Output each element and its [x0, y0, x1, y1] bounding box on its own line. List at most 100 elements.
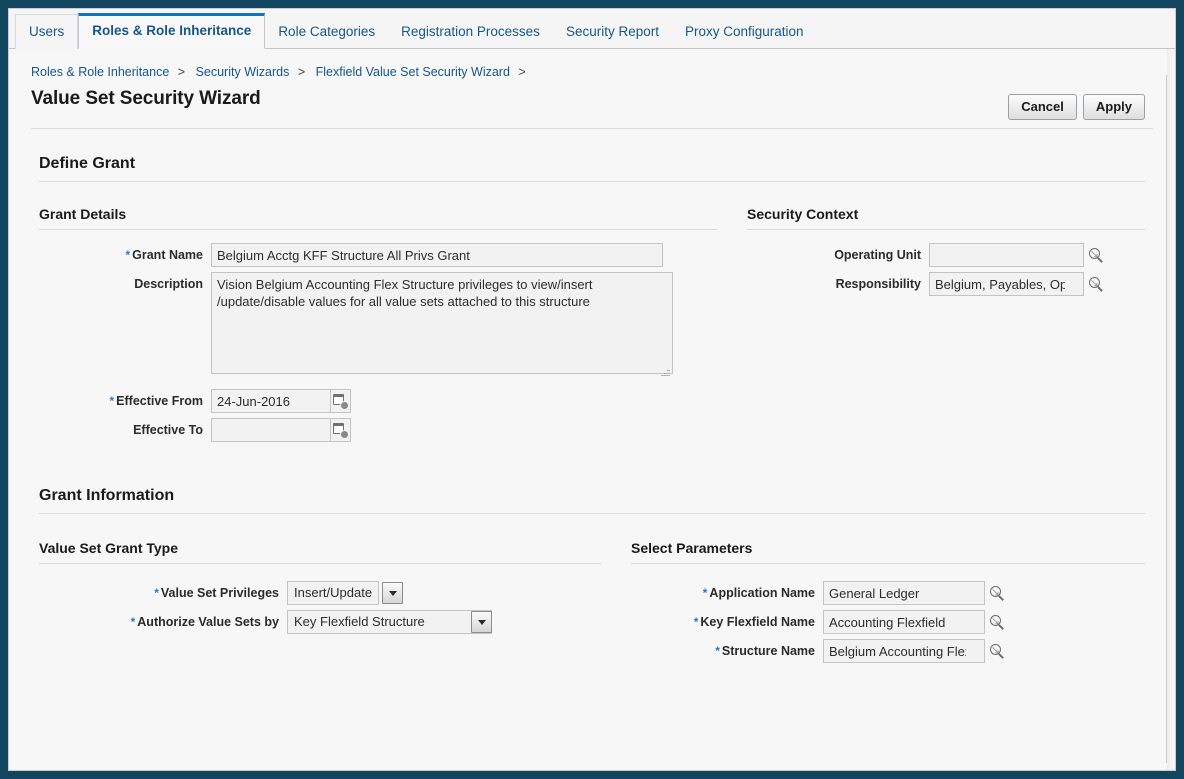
tab-label: Security Report [565, 24, 659, 39]
field-responsibility: Responsibility ↘ [747, 272, 1145, 296]
field-label: Effective From [116, 394, 203, 408]
field-label: Operating Unit [834, 248, 921, 262]
search-icon[interactable] [989, 643, 1005, 659]
main-tab-bar: Users Roles & Role Inheritance Role Cate… [9, 9, 1175, 49]
required-indicator: * [130, 615, 136, 629]
required-indicator: * [715, 644, 720, 658]
field-label: Description [134, 277, 203, 291]
select-parameters-fields: *Application Name ↘ *Key Flexfield Name [631, 581, 1145, 663]
select-parameters-section: Select Parameters *Application Name ↘ [601, 540, 1145, 668]
key-flexfield-name-lov: ↘ [823, 610, 1005, 634]
tab-label: Users [29, 24, 65, 39]
grant-information-divider [39, 513, 1145, 514]
value-set-grant-type-heading: Value Set Grant Type [39, 540, 179, 556]
authorize-value-sets-by-select[interactable]: Key Flexfield Structure [287, 610, 492, 634]
application-window: Users Roles & Role Inheritance Role Cate… [8, 8, 1176, 771]
description-textarea[interactable]: Vision Belgium Accounting Flex Structure… [211, 272, 673, 374]
breadcrumb-separator: > [518, 65, 526, 79]
content-panel: Roles & Role Inheritance > Security Wiza… [9, 49, 1175, 770]
chevron-down-icon[interactable] [382, 582, 404, 604]
breadcrumb-item-roles[interactable]: Roles & Role Inheritance [31, 65, 169, 79]
search-icon[interactable] [989, 614, 1005, 630]
breadcrumb-separator: > [297, 65, 306, 79]
tab-security-report[interactable]: Security Report [553, 15, 672, 49]
field-operating-unit: Operating Unit ↘ [747, 243, 1145, 267]
search-icon[interactable] [1088, 276, 1104, 292]
effective-to-datepicker [211, 418, 351, 442]
tab-label: Roles & Role Inheritance [92, 23, 252, 38]
cancel-button[interactable]: Cancel [1008, 94, 1077, 120]
security-context-divider [747, 229, 1145, 230]
application-name-input[interactable] [823, 581, 985, 605]
structure-name-lov: ↘ [823, 639, 1005, 663]
field-label: Application Name [709, 586, 815, 600]
apply-button[interactable]: Apply [1082, 94, 1145, 120]
tab-label: Registration Processes [401, 24, 540, 39]
tab-users[interactable]: Users [15, 14, 79, 49]
define-grant-divider [39, 181, 1145, 182]
define-grant-heading: Define Grant [39, 155, 136, 172]
value-set-privileges-value: Insert/Update [287, 581, 380, 605]
required-indicator: * [702, 586, 708, 600]
field-label: Grant Name [132, 248, 203, 262]
operating-unit-lov: ↘ [929, 243, 1104, 267]
value-set-privileges-select[interactable]: Insert/Update [287, 581, 404, 605]
field-authorize-value-sets-by: * Authorize Value Sets by Key Flexfield S… [39, 610, 601, 634]
select-parameters-divider [631, 563, 1145, 564]
tab-roles-and-role-inheritance[interactable]: Roles & Role Inheritance [78, 13, 266, 49]
grant-information-columns: Value Set Grant Type * Value Set Privileg… [9, 540, 1175, 668]
field-structure-name: *Structure Name ↘ [631, 639, 1145, 663]
search-icon[interactable] [1088, 247, 1104, 263]
grant-name-input[interactable] [211, 243, 663, 267]
responsibility-lov: ↘ [929, 272, 1104, 296]
breadcrumb-item-security-wizards[interactable]: Security Wizards [196, 65, 290, 79]
calendar-icon[interactable] [331, 418, 351, 442]
tab-role-categories[interactable]: Role Categories [265, 15, 388, 49]
value-set-grant-type-divider [39, 563, 601, 564]
key-flexfield-name-input[interactable] [823, 610, 985, 634]
field-label: Authorize Value Sets by [137, 615, 279, 629]
structure-name-input[interactable] [823, 639, 985, 663]
required-indicator: * [154, 586, 159, 600]
field-key-flexfield-name: *Key Flexfield Name ↘ [631, 610, 1145, 634]
page-title: Value Set Security Wizard [31, 88, 261, 109]
field-effective-to: Effective To [39, 418, 717, 442]
grant-details-divider [39, 229, 717, 230]
field-value-set-privileges: * Value Set Privileges Insert/Update [39, 581, 601, 605]
tab-registration-processes[interactable]: Registration Processes [388, 15, 553, 49]
security-context-section: Security Context Operating Unit ↘ Respon… [717, 206, 1145, 447]
grant-details-section: Grant Details *Grant Name Description [39, 206, 717, 447]
field-description: Description Vision Belgium Accounting Fl… [39, 272, 717, 379]
field-application-name: *Application Name ↘ [631, 581, 1145, 605]
breadcrumb-item-flexfield-value-set-security-wizard[interactable]: Flexfield Value Set Security Wizard [316, 65, 510, 79]
tab-proxy-configuration[interactable]: Proxy Configuration [672, 15, 817, 49]
panel-edge-shadow [1167, 49, 1173, 770]
chevron-down-icon[interactable] [471, 611, 492, 633]
security-context-fields: Operating Unit ↘ Responsibility Belgium,… [747, 243, 1145, 296]
field-label: Structure Name [721, 644, 815, 658]
breadcrumb-separator: > [177, 65, 186, 79]
effective-from-datepicker [211, 389, 351, 413]
effective-from-input[interactable] [211, 389, 331, 413]
search-icon[interactable] [989, 585, 1005, 601]
security-context-heading: Security Context [747, 206, 859, 222]
responsibility-input[interactable] [929, 272, 1084, 296]
required-indicator: * [125, 248, 131, 262]
authorize-value-sets-by-value: Key Flexfield Structure [287, 610, 492, 634]
tab-label: Role Categories [278, 24, 376, 39]
tab-label: Proxy Configuration [684, 24, 804, 39]
page-header: Value Set Security Wizard Cancel Apply [9, 81, 1175, 120]
breadcrumb: Roles & Role Inheritance > Security Wiza… [9, 49, 1175, 81]
field-grant-name: * Grant Name [39, 243, 717, 267]
grant-details-fields: *Grant Name Description Vision Belgium A… [39, 243, 717, 442]
operating-unit-input[interactable] [929, 243, 1084, 267]
field-label: Value Set Privileges [160, 586, 279, 600]
field-label: Key Flexfield Name [700, 615, 815, 629]
field-label: Responsibility [835, 277, 921, 291]
define-grant-columns: Grant Details *Grant Name Description [9, 206, 1175, 447]
grant-information-heading: Grant Information [39, 487, 175, 504]
field-effective-from: * Effective From [39, 389, 717, 413]
effective-to-input[interactable] [211, 418, 331, 442]
calendar-icon[interactable] [331, 389, 351, 413]
required-indicator: * [693, 615, 699, 629]
